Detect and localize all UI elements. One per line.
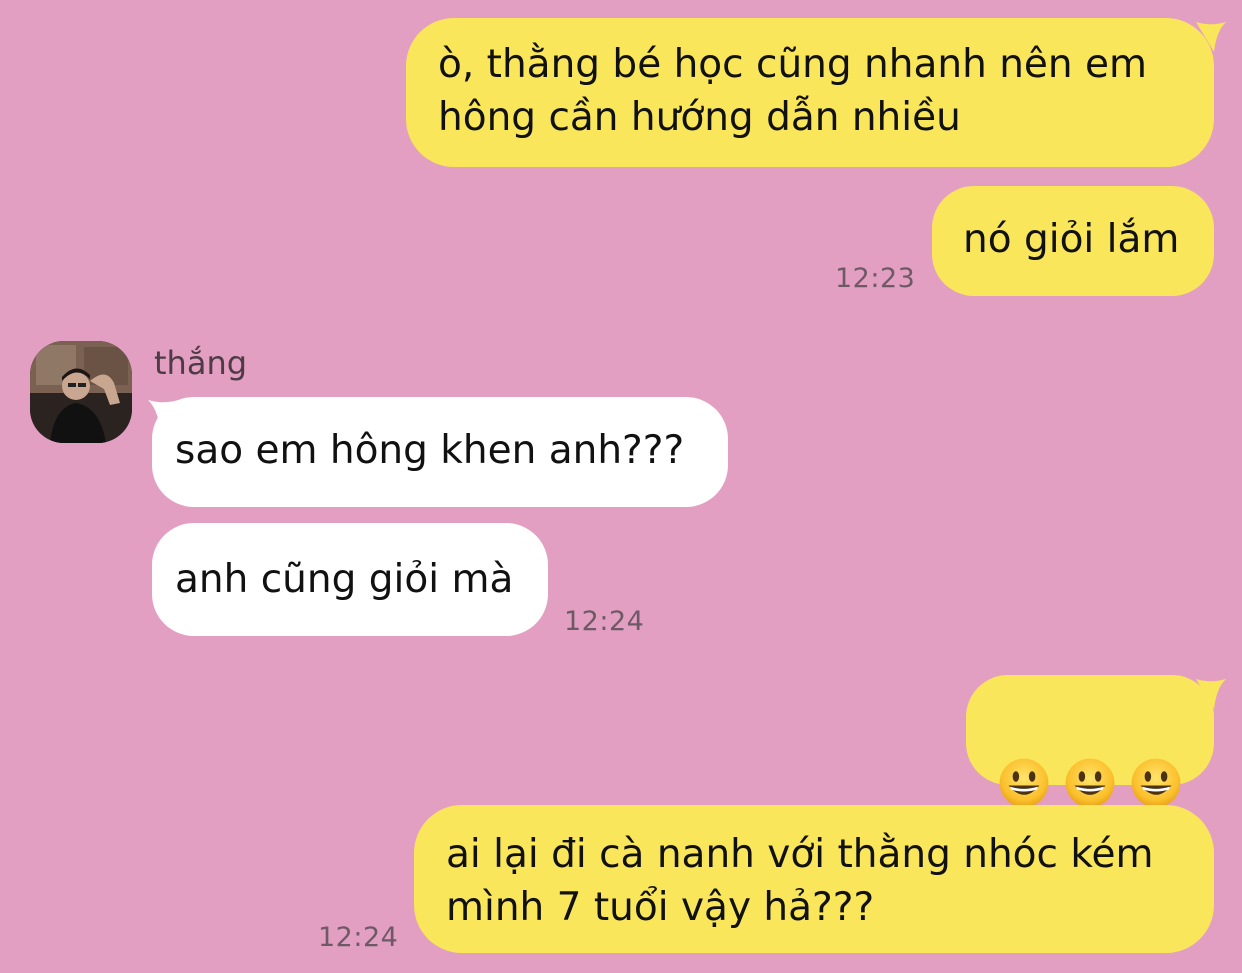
- bubble-tail: [1196, 22, 1226, 52]
- chat-thread: ò, thằng bé học cũng nhanh nên em hông c…: [0, 0, 1242, 973]
- message-timestamp: 12:23: [835, 263, 916, 294]
- message-bubble-outgoing[interactable]: ai lại đi cà nanh với thằng nhóc kém mìn…: [414, 805, 1214, 953]
- grinning-face-icon: [998, 757, 1050, 809]
- message-bubble-outgoing[interactable]: [966, 675, 1214, 785]
- grinning-face-icon: [1064, 757, 1116, 809]
- bubble-tail: [1196, 679, 1226, 709]
- message-bubble-incoming[interactable]: anh cũng giỏi mà: [152, 523, 548, 636]
- message-timestamp: 12:24: [318, 922, 399, 953]
- avatar-photo: [30, 341, 132, 443]
- grinning-face-icon: [1130, 757, 1182, 809]
- message-bubble-outgoing[interactable]: ò, thằng bé học cũng nhanh nên em hông c…: [406, 18, 1214, 167]
- message-timestamp: 12:24: [564, 606, 645, 637]
- contact-name: thắng: [154, 344, 248, 382]
- message-bubble-outgoing[interactable]: nó giỏi lắm: [932, 186, 1214, 296]
- message-bubble-incoming[interactable]: sao em hông khen anh???: [152, 397, 728, 507]
- contact-avatar[interactable]: [30, 341, 132, 443]
